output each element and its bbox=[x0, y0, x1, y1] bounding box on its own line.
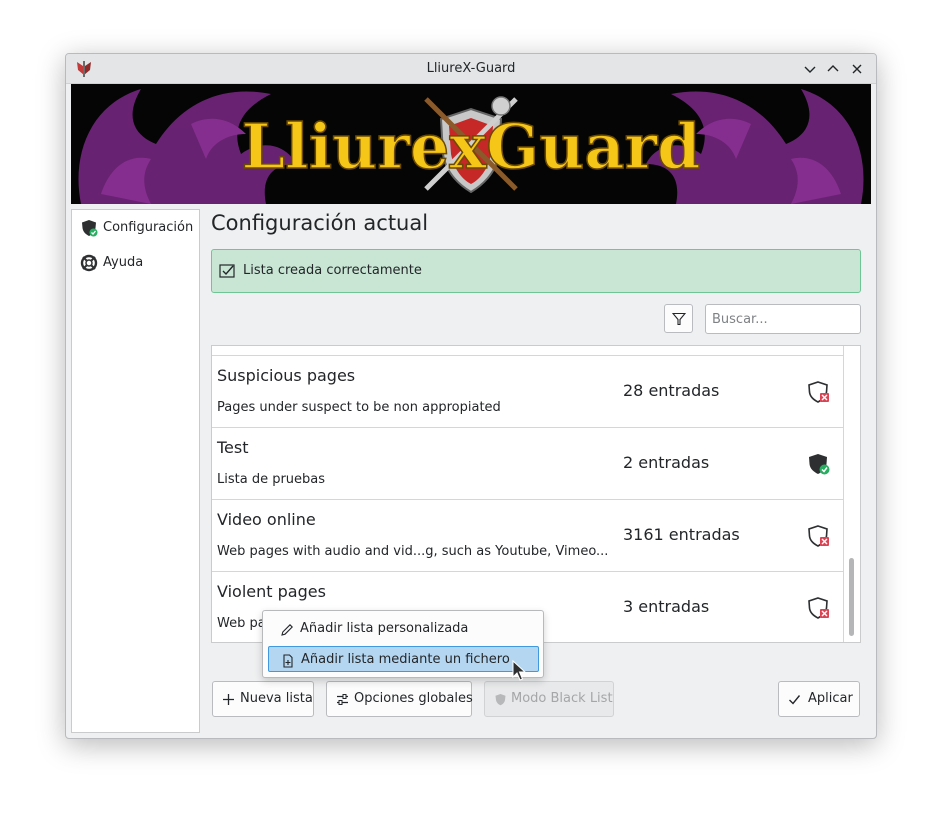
shield-disabled-icon[interactable] bbox=[807, 596, 831, 620]
list-entry-count: 2 entradas bbox=[623, 453, 710, 472]
sliders-icon bbox=[336, 693, 349, 706]
scrollbar-thumb[interactable] bbox=[849, 558, 854, 636]
button-label: Opciones globales bbox=[354, 691, 473, 706]
sidebar: Configuración Ayuda bbox=[71, 209, 200, 733]
list-description: Web pa bbox=[217, 616, 266, 631]
apply-button[interactable]: Aplicar bbox=[778, 681, 860, 717]
app-banner: LliurexGuard bbox=[71, 84, 871, 204]
sidebar-item-label: Ayuda bbox=[103, 255, 144, 270]
menu-item-custom-list[interactable]: Añadir lista personalizada bbox=[268, 616, 539, 642]
close-button[interactable] bbox=[847, 59, 867, 79]
list-entry-count: 3 entradas bbox=[623, 597, 710, 616]
mouse-cursor-icon bbox=[512, 659, 527, 682]
maximize-button[interactable] bbox=[823, 59, 843, 79]
list-name: Test bbox=[217, 438, 249, 457]
menu-item-list-from-file[interactable]: Añadir lista mediante un fichero bbox=[268, 646, 539, 672]
shield-disabled-icon[interactable] bbox=[807, 380, 831, 404]
shield-check-icon bbox=[80, 219, 98, 237]
checkmark-icon bbox=[788, 693, 801, 706]
banner-artwork: LliurexGuard bbox=[71, 84, 871, 204]
shield-enabled-icon[interactable] bbox=[807, 452, 831, 476]
title-bar[interactable]: LliureX-Guard bbox=[66, 54, 876, 84]
window-title: LliureX-Guard bbox=[426, 61, 516, 76]
list-description: Lista de pruebas bbox=[217, 472, 326, 487]
sidebar-item-configuracion[interactable]: Configuración bbox=[72, 211, 199, 245]
new-list-context-menu: Añadir lista personalizada Añadir lista … bbox=[262, 610, 544, 678]
list-entry-count: 3161 entradas bbox=[623, 525, 740, 544]
page-title: Configuración actual bbox=[211, 211, 429, 235]
list-name: Video online bbox=[217, 510, 316, 529]
svg-text:LliurexGuard: LliurexGuard bbox=[241, 110, 700, 183]
sidebar-item-ayuda[interactable]: Ayuda bbox=[72, 246, 199, 280]
list-row[interactable]: Suspicious pages Pages under suspect to … bbox=[212, 356, 844, 428]
button-label: Aplicar bbox=[808, 691, 853, 706]
menu-item-label: Añadir lista personalizada bbox=[300, 621, 469, 636]
search-input[interactable] bbox=[705, 304, 861, 334]
plus-icon bbox=[222, 693, 235, 706]
list-name: Suspicious pages bbox=[217, 366, 356, 385]
lifebuoy-icon bbox=[80, 254, 98, 272]
list-row[interactable]: Video online Web pages with audio and vi… bbox=[212, 500, 844, 572]
list-name: Violent pages bbox=[217, 582, 326, 601]
file-add-icon bbox=[281, 653, 295, 668]
lists-table: Suspicious pages Pages under suspect to … bbox=[211, 345, 861, 643]
success-notice: Lista creada correctamente bbox=[211, 249, 861, 293]
list-row[interactable]: Test Lista de pruebas 2 entradas bbox=[212, 428, 844, 500]
button-label: Nueva lista bbox=[240, 691, 313, 706]
pencil-icon bbox=[280, 622, 294, 636]
sidebar-item-label: Configuración bbox=[103, 220, 194, 235]
shield-disabled-icon[interactable] bbox=[807, 524, 831, 548]
list-description: Pages under suspect to be non appropiate… bbox=[217, 400, 501, 415]
button-label: Modo Black List bbox=[511, 691, 613, 706]
filter-button[interactable] bbox=[664, 304, 693, 333]
list-entry-count: 28 entradas bbox=[623, 381, 720, 400]
global-options-button[interactable]: Opciones globales bbox=[326, 681, 473, 717]
blacklist-mode-button[interactable]: Modo Black List bbox=[484, 681, 614, 717]
new-list-button[interactable]: Nueva lista bbox=[212, 681, 314, 717]
menu-item-label: Añadir lista mediante un fichero bbox=[301, 652, 510, 667]
checkmark-icon bbox=[219, 263, 236, 280]
list-description: Web pages with audio and vid...g, such a… bbox=[217, 544, 609, 559]
shield-icon bbox=[494, 693, 507, 706]
list-row[interactable] bbox=[212, 346, 844, 356]
notice-text: Lista creada correctamente bbox=[243, 263, 422, 278]
vertical-scrollbar[interactable] bbox=[844, 346, 860, 642]
minimize-button[interactable] bbox=[800, 59, 820, 79]
